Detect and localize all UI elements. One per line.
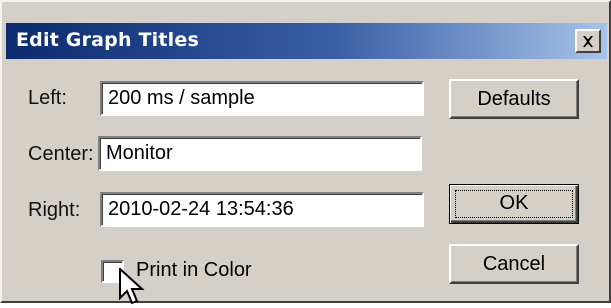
title-bar[interactable]: Edit Graph Titles	[6, 23, 607, 59]
window-title: Edit Graph Titles	[16, 29, 199, 51]
center-title-input[interactable]	[98, 136, 422, 171]
print-in-color-label[interactable]: Print in Color	[136, 259, 252, 282]
close-icon	[583, 35, 593, 47]
close-button[interactable]	[575, 29, 601, 53]
cancel-button[interactable]: Cancel	[449, 244, 579, 284]
ok-button-label: OK	[499, 192, 529, 214]
print-in-color-checkbox[interactable]	[101, 260, 124, 283]
right-title-input[interactable]	[100, 192, 424, 227]
defaults-button[interactable]: Defaults	[449, 79, 579, 119]
center-label: Center:	[28, 143, 94, 165]
right-label: Right:	[28, 199, 81, 221]
edit-graph-titles-dialog: Edit Graph Titles Left: Center: Right: P…	[0, 0, 611, 305]
left-title-input[interactable]	[100, 81, 424, 116]
ok-button[interactable]: OK	[449, 184, 579, 224]
left-label: Left:	[28, 87, 67, 109]
